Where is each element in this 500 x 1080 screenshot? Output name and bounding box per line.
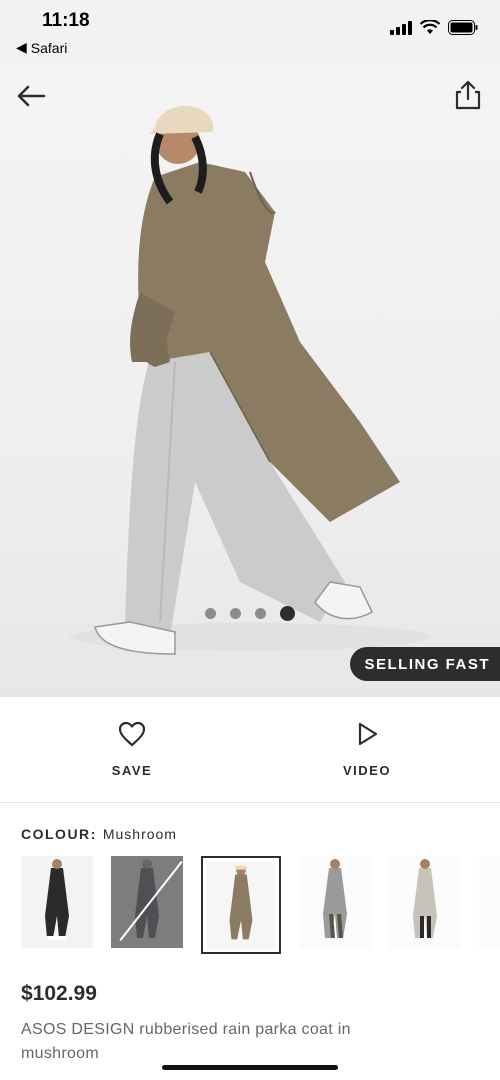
swatch-thumbnail (389, 856, 461, 948)
swatch-thumbnail (479, 856, 500, 948)
gallery-dot-1[interactable] (205, 608, 216, 619)
colour-swatch-stone[interactable] (389, 856, 461, 948)
status-bar: 11:18 ◀ Safari (0, 0, 500, 62)
swatch-thumbnail (206, 861, 276, 949)
colour-swatch-navy-out-of-stock[interactable] (111, 856, 183, 948)
selling-fast-badge: SELLING FAST (350, 647, 500, 681)
colour-key: COLOUR: (21, 826, 97, 842)
home-indicator (162, 1065, 338, 1070)
swatch-thumbnail (21, 856, 93, 948)
swatch-thumbnail (111, 856, 183, 948)
product-image-gallery[interactable]: SELLING FAST (0, 62, 500, 697)
save-button[interactable]: SAVE (72, 721, 192, 778)
video-button[interactable]: VIDEO (307, 721, 427, 778)
colour-swatch-mushroom-selected[interactable] (201, 856, 281, 954)
colour-value: Mushroom (102, 826, 177, 842)
gallery-dot-4[interactable] (280, 606, 295, 621)
wifi-icon (420, 20, 440, 34)
gallery-dot-2[interactable] (230, 608, 241, 619)
save-label: SAVE (111, 763, 153, 778)
back-triangle-icon: ◀ (16, 39, 27, 55)
colour-swatch-khaki[interactable] (479, 856, 500, 948)
signal-icon (390, 20, 412, 35)
swatch-thumbnail (299, 856, 371, 948)
back-to-app-link[interactable]: ◀ Safari (16, 39, 67, 56)
status-time: 11:18 (42, 10, 90, 31)
share-button[interactable] (454, 80, 482, 110)
gallery-pagination (0, 606, 500, 621)
status-icons (390, 20, 478, 35)
play-icon (358, 722, 378, 746)
colour-swatches (21, 856, 500, 954)
back-app-label: Safari (30, 39, 68, 56)
product-photo (70, 105, 430, 655)
video-label: VIDEO (343, 763, 391, 778)
back-button[interactable] (16, 82, 48, 110)
gallery-dot-3[interactable] (255, 608, 266, 619)
battery-icon (448, 20, 478, 35)
product-actions: SAVE VIDEO (0, 697, 500, 803)
arrow-left-icon (17, 85, 46, 107)
colour-selection-label: COLOUR: Mushroom (21, 826, 177, 842)
share-icon (455, 80, 481, 110)
heart-icon (118, 721, 146, 747)
colour-swatch-grey[interactable] (299, 856, 371, 948)
product-price: $102.99 (21, 982, 97, 1005)
colour-swatch-black[interactable] (21, 856, 93, 948)
product-title: ASOS DESIGN rubberised rain parka coat i… (21, 1021, 351, 1062)
